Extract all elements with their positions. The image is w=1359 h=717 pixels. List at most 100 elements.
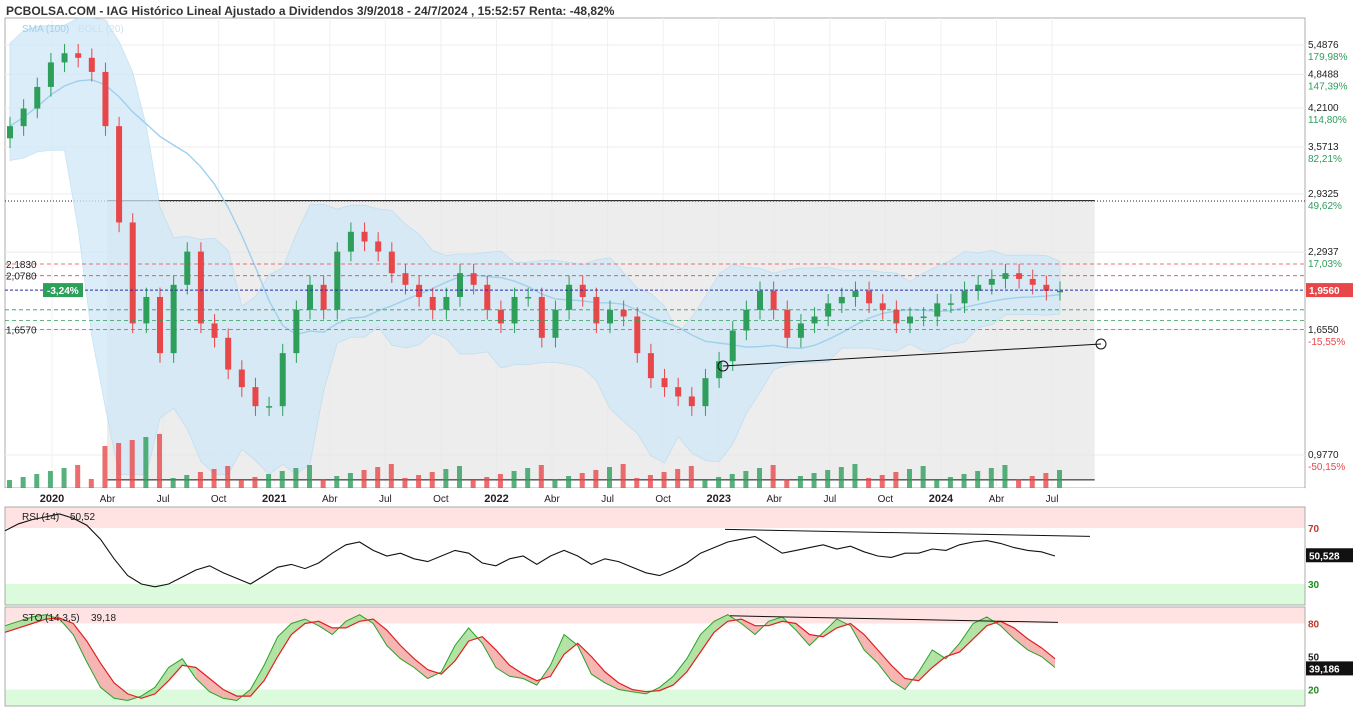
price-tick-label: 1,6550 — [1308, 325, 1339, 336]
sto-tick-label: 20 — [1308, 686, 1320, 697]
sto-fill-segment — [959, 623, 974, 653]
candle-body — [443, 296, 450, 310]
sto-fill-segment — [673, 658, 687, 686]
volume-bar — [743, 471, 749, 488]
candle-body — [457, 273, 463, 297]
volume-bar — [1057, 470, 1062, 488]
x-axis-month-label: Jul — [823, 494, 836, 505]
chart-title: PCBOLSA.COM - IAG Histórico Lineal Ajust… — [6, 4, 615, 18]
price-tick-label: 5,4876 — [1308, 40, 1339, 51]
price-tick-label: 4,8488 — [1308, 69, 1339, 80]
x-axis-year-label: 2023 — [706, 493, 730, 505]
volume-bar — [279, 471, 285, 488]
volume-bar — [975, 471, 981, 488]
volume-bar — [375, 467, 381, 488]
volume-bar — [143, 437, 149, 488]
volume-bar — [511, 471, 517, 488]
candle-body — [102, 71, 109, 127]
volume-bar — [416, 475, 422, 488]
candle-body — [947, 303, 954, 305]
volume-bar — [266, 474, 272, 488]
sto-d-line — [4, 617, 1056, 699]
volume-bar — [879, 475, 885, 488]
sto-legend-value: 39,18 — [91, 613, 116, 624]
volume-bar — [593, 470, 599, 488]
candle-body — [920, 316, 927, 319]
candle-body — [579, 284, 586, 297]
sto-fill-segment — [1014, 627, 1028, 650]
candle-body — [661, 378, 668, 388]
price-tick-label: 4,2100 — [1308, 103, 1339, 114]
volume-bar — [702, 480, 708, 488]
candle-body — [907, 316, 913, 324]
candle-body — [538, 296, 545, 338]
price-pct-label: 114,80% — [1308, 115, 1347, 126]
volume-bar — [307, 465, 312, 488]
volume-bar — [688, 466, 694, 488]
price-pct-label: -15,55% — [1308, 337, 1345, 348]
volume-bar — [729, 474, 735, 488]
candle-body — [1057, 290, 1063, 293]
stock-chart-stage: PCBOLSA.COM - IAG Histórico Lineal Ajust… — [0, 0, 1359, 712]
sto-fill-segment — [795, 623, 810, 646]
x-axis-month-label: Abr — [544, 494, 560, 505]
volume-bar — [661, 472, 667, 488]
x-axis-year-label: 2020 — [40, 493, 64, 505]
price-tick-label: 3,5713 — [1308, 142, 1339, 153]
candle-body — [416, 284, 423, 297]
sto-tick-label: 80 — [1308, 620, 1320, 631]
volume-bar — [784, 479, 790, 488]
candle-body — [566, 284, 573, 310]
candle-body — [1029, 278, 1036, 285]
volume-bar — [293, 468, 299, 488]
candle-body — [347, 231, 354, 252]
x-axis-month-label: Jul — [601, 494, 614, 505]
candle-body — [320, 284, 327, 310]
candle-body — [47, 62, 54, 87]
volume-bar — [988, 468, 994, 488]
volume-bar — [797, 476, 803, 488]
candle-body — [634, 316, 641, 354]
rsi-legend: RSI (14) — [22, 512, 59, 523]
candle-body — [20, 108, 27, 127]
volume-bar — [675, 469, 681, 488]
volume-bar — [361, 470, 367, 488]
sma-legend: SMA (100) — [22, 24, 69, 35]
change-badge-label: -3,24% — [47, 286, 79, 297]
volume-bar — [102, 446, 108, 488]
sto-last-badge-label: 39,186 — [1309, 664, 1340, 675]
candle-body — [757, 290, 763, 310]
price-pct-label: 49,62% — [1308, 201, 1342, 212]
candle-body — [279, 353, 286, 407]
candle-body — [334, 251, 341, 310]
sto-fill-segment — [686, 634, 701, 672]
candle-body — [770, 290, 777, 310]
volume-bar — [238, 480, 244, 488]
volume-bar — [75, 465, 81, 488]
candle-body — [688, 396, 695, 407]
volume-bar — [116, 443, 122, 488]
volume-bar — [770, 465, 776, 488]
rsi-tick-label: 70 — [1308, 524, 1320, 535]
left-level-label: 2,0780 — [6, 272, 37, 283]
volume-bar — [1002, 465, 1008, 488]
candle-body — [620, 309, 627, 317]
volume-bar — [852, 464, 858, 488]
candle-body — [307, 284, 313, 310]
volume-bar — [334, 476, 340, 488]
price-tick-label: 0,9770 — [1308, 450, 1339, 461]
volume-bar — [7, 480, 12, 488]
volume-bar — [225, 466, 231, 488]
volume-bar — [320, 479, 326, 488]
candle-body — [238, 369, 245, 388]
candle-body — [838, 296, 845, 304]
boll-legend: BOLL (20) — [78, 24, 124, 35]
volume-bar — [211, 469, 217, 488]
sto-fill-segment — [86, 641, 101, 688]
sto-fill-segment — [891, 665, 905, 690]
sto-overbought-zone — [5, 607, 1305, 624]
volume-bar — [838, 467, 844, 488]
volume-bar — [1016, 479, 1022, 488]
volume-bar — [484, 477, 490, 488]
sto-fill-segment — [1027, 638, 1042, 657]
